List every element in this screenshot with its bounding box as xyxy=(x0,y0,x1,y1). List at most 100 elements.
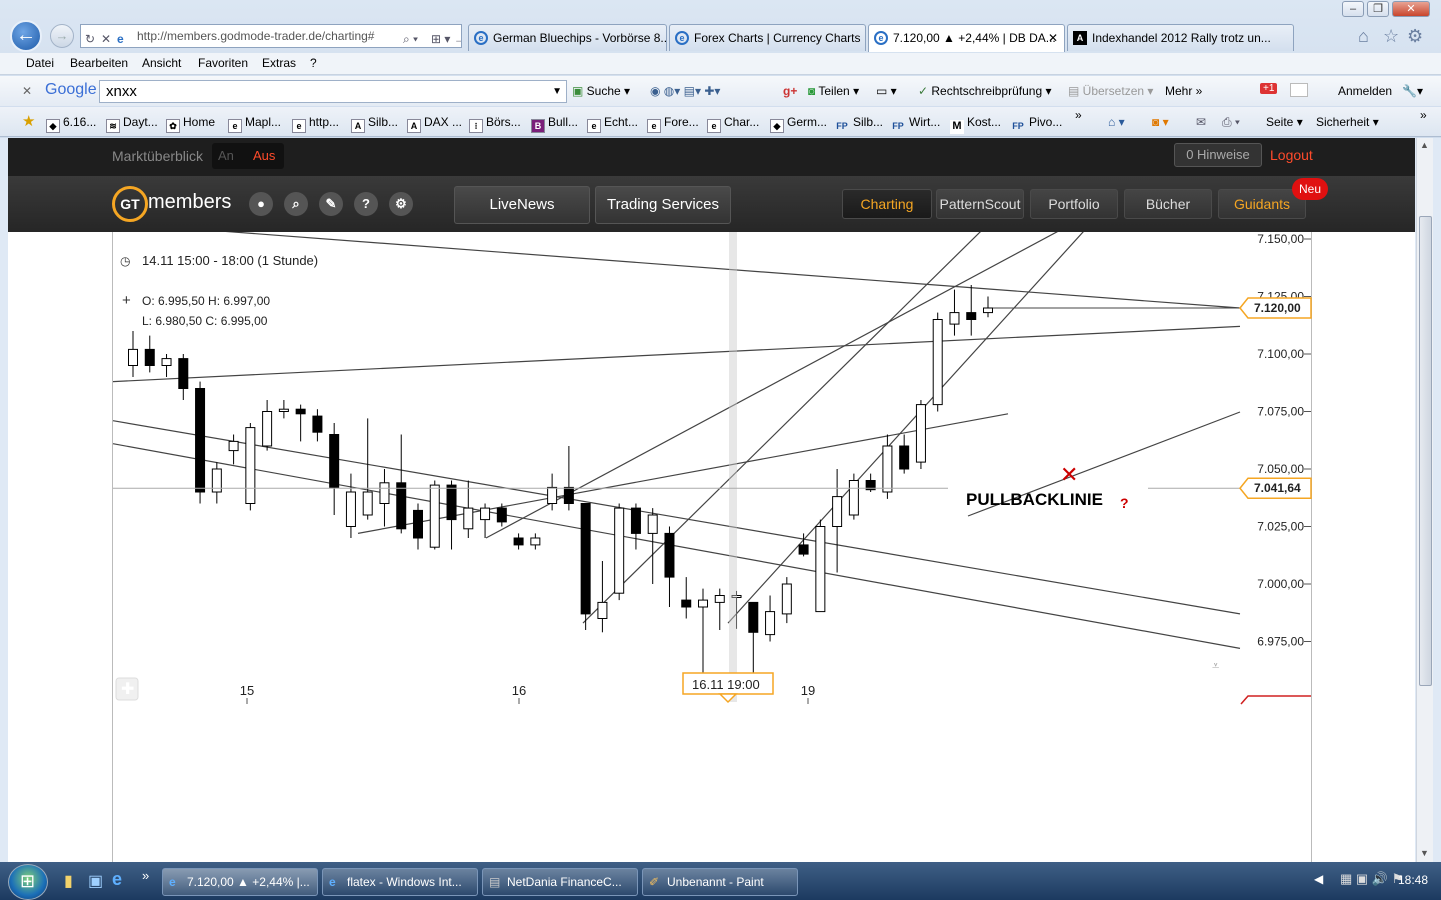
seite-menu[interactable]: Seite ▾ xyxy=(1266,115,1303,129)
fav-item[interactable]: ≋ Dayt... xyxy=(106,115,158,133)
tray-expand-icon[interactable]: ◀ xyxy=(1314,872,1323,886)
nav-livenews[interactable]: LiveNews xyxy=(454,186,590,224)
bookmark-icon[interactable]: ▭ ▾ xyxy=(876,84,897,98)
home-small-icon[interactable]: ⌂ ▾ xyxy=(1108,115,1125,129)
fav-item[interactable]: ◆ 6.16... xyxy=(46,115,96,133)
tab-german-bluechips[interactable]: e German Bluechips - Vorbörse 8... xyxy=(468,24,667,51)
gear-icon[interactable]: ⚙ xyxy=(1407,26,1423,47)
menu-help[interactable]: ? xyxy=(310,56,317,70)
menu-bearbeiten[interactable]: Bearbeiten xyxy=(70,56,128,70)
fav-item[interactable]: B Bull... xyxy=(531,115,578,133)
logout-link[interactable]: Logout xyxy=(1270,147,1313,163)
plus-one-button[interactable]: +1 xyxy=(1260,83,1278,94)
minimize-button[interactable]: – xyxy=(1342,1,1364,17)
toolbar-icons[interactable]: ◉ ◍▾ ▤▾ ✚▾ xyxy=(650,84,720,98)
nav-buecher[interactable]: Bücher xyxy=(1124,189,1212,219)
fav-item[interactable]: e Echt... xyxy=(587,115,638,133)
fav-item[interactable]: FP Pivo... xyxy=(1010,115,1062,134)
scrollbar-thumb[interactable] xyxy=(1419,216,1432,686)
fav-item[interactable]: M Kost... xyxy=(950,115,1001,134)
explorer-icon[interactable]: ▮ xyxy=(64,871,73,891)
maximize-button[interactable]: ❐ xyxy=(1367,1,1389,17)
pencil-icon[interactable]: ✎ xyxy=(319,192,343,216)
search-icon[interactable]: ⌕ ▾ xyxy=(399,28,419,47)
desktop-icon[interactable]: ▣ xyxy=(88,871,103,891)
favorites-star-icon[interactable]: ☆ xyxy=(1383,26,1399,47)
nav-trading-services[interactable]: Trading Services xyxy=(595,186,731,224)
fav-item[interactable]: FP Silb... xyxy=(834,115,883,134)
mail-icon[interactable]: ✉ xyxy=(1196,115,1206,129)
fav-item[interactable]: ◆ Germ... xyxy=(770,115,827,133)
settings-icon[interactable]: ⚙ xyxy=(389,192,413,216)
wrench-icon[interactable]: 🔧▾ xyxy=(1402,84,1423,98)
back-button[interactable]: ← xyxy=(10,20,42,52)
nav-charting[interactable]: Charting xyxy=(842,189,932,219)
menu-ansicht[interactable]: Ansicht xyxy=(142,56,181,70)
close-window-button[interactable]: ✕ xyxy=(1392,1,1430,17)
tab-forex-charts[interactable]: e Forex Charts | Currency Charts xyxy=(669,24,866,51)
page-scrollbar[interactable]: ▲ ▼ xyxy=(1416,138,1433,862)
quicklaunch-more-icon[interactable]: » xyxy=(142,868,149,883)
fav-item[interactable]: A DAX ... xyxy=(407,115,462,133)
fav-item[interactable]: e Fore... xyxy=(647,115,699,133)
menu-favoriten[interactable]: Favoriten xyxy=(198,56,248,70)
suche-button[interactable]: ▣ Suche ▾ xyxy=(572,84,630,98)
task-flatex[interactable]: e flatex - Windows Int... xyxy=(322,868,478,896)
start-button[interactable]: ⊞ xyxy=(8,864,48,900)
dropdown-arrow-icon[interactable]: ▼ xyxy=(552,81,562,102)
fav-item[interactable]: ✿ Home xyxy=(166,115,215,133)
fav-item[interactable]: e http... xyxy=(292,115,339,133)
nav-patternscout[interactable]: PatternScout xyxy=(936,189,1024,219)
scroll-down-icon[interactable]: ⩡ xyxy=(1212,658,1219,673)
sicherheit-menu[interactable]: Sicherheit ▾ xyxy=(1316,115,1379,129)
nav-portfolio[interactable]: Portfolio xyxy=(1030,189,1118,219)
search-icon[interactable]: ⌕ xyxy=(284,192,308,216)
tray-icons[interactable]: ▦ ▣ 🔊 ⚑ xyxy=(1340,871,1403,887)
url-text[interactable]: http://members.godmode-trader.de/chartin… xyxy=(137,29,374,43)
fav-item[interactable]: FP Wirt... xyxy=(890,115,940,134)
rss-icon[interactable]: ◙ ▾ xyxy=(1152,115,1169,129)
more-favorites-icon[interactable]: » xyxy=(1075,108,1082,122)
compat-icon[interactable]: ⊞ ▾ → xyxy=(431,28,461,47)
help-icon[interactable]: ? xyxy=(354,192,378,216)
fav-item[interactable]: e Mapl... xyxy=(228,115,281,133)
close-toolbar-icon[interactable]: ✕ xyxy=(22,84,32,98)
rechtschreib-button[interactable]: ✓ Rechtschreibprüfung ▾ xyxy=(918,84,1051,98)
task-netdania[interactable]: ▤ NetDania FinanceC... xyxy=(482,868,638,896)
task-chart[interactable]: e 7.120,00 ▲ +2,44% |... xyxy=(162,868,318,896)
fav-item[interactable]: ⁝ Börs... xyxy=(469,115,521,133)
ie-icon[interactable]: e xyxy=(112,869,122,890)
address-bar[interactable]: ↻ ✕ e http://members.godmode-trader.de/c… xyxy=(80,24,462,48)
print-icon[interactable]: ⎙ ▾ xyxy=(1222,115,1240,130)
home-icon[interactable]: ⌂ xyxy=(1358,26,1369,47)
logo-gt[interactable]: GT xyxy=(112,186,148,222)
notification-box[interactable] xyxy=(1290,83,1308,97)
hinweise-button[interactable]: 0 Hinweise xyxy=(1174,143,1262,167)
google-search-input[interactable]: xnxx ▼ xyxy=(99,80,567,103)
stop-icon[interactable]: ✕ xyxy=(101,28,111,47)
close-tab-icon[interactable]: ✕ xyxy=(1048,25,1058,51)
mehr-button[interactable]: Mehr » xyxy=(1165,84,1202,98)
scroll-down-arrow[interactable]: ▼ xyxy=(1420,848,1429,858)
uebersetzen-button[interactable]: ▤ Übersetzen ▾ xyxy=(1068,84,1153,98)
menu-datei[interactable]: Datei xyxy=(26,56,54,70)
toggle-an[interactable]: An xyxy=(218,148,234,163)
scroll-up-arrow[interactable]: ▲ xyxy=(1420,140,1429,150)
refresh-icon[interactable]: ↻ xyxy=(85,28,95,47)
logo-members[interactable]: members xyxy=(148,191,231,214)
user-icon[interactable]: ● xyxy=(249,192,273,216)
gplus-icon[interactable]: g+ xyxy=(783,84,797,98)
tab-godmode-chart[interactable]: e 7.120,00 ▲ +2,44% | DB DA... ✕ xyxy=(868,24,1065,52)
forward-button[interactable]: → xyxy=(50,24,74,48)
task-paint[interactable]: ✐ Unbenannt - Paint xyxy=(642,868,798,896)
more-commands-icon[interactable]: » xyxy=(1420,108,1427,122)
teilen-button[interactable]: ◙ Teilen ▾ xyxy=(808,84,859,98)
fav-item[interactable]: A Silb... xyxy=(351,115,398,133)
favorites-star-add-icon[interactable]: ★ xyxy=(22,112,35,130)
toggle-aus[interactable]: Aus xyxy=(253,148,275,163)
candlestick-chart[interactable]: 7.150,007.125,007.100,007.075,007.050,00… xyxy=(8,232,1415,862)
tab-indexhandel[interactable]: A Indexhandel 2012 Rally trotz un... xyxy=(1067,24,1294,51)
fav-item[interactable]: e Char... xyxy=(707,115,759,133)
menu-extras[interactable]: Extras xyxy=(262,56,296,70)
anmelden-button[interactable]: Anmelden xyxy=(1338,84,1392,98)
